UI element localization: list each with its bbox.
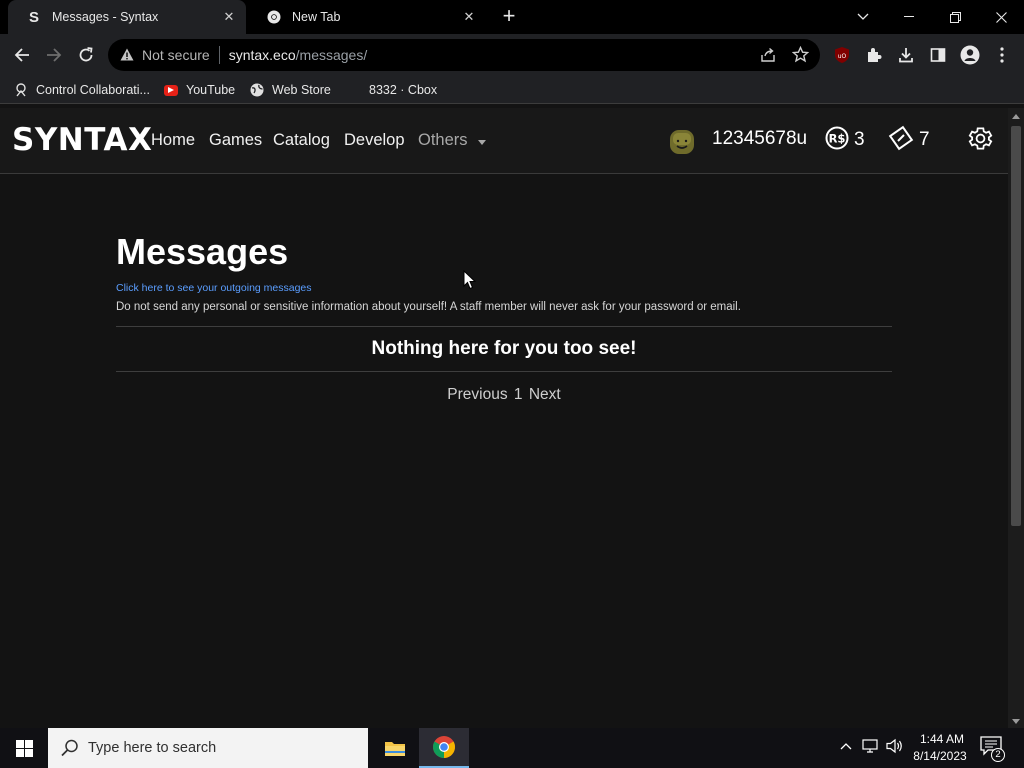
close-window-button[interactable]	[978, 0, 1024, 34]
svg-text:R$: R$	[829, 132, 846, 146]
clock-time[interactable]: 1:44 AM	[912, 732, 972, 746]
bookmark-cbox[interactable]: 8332 · Cbox	[369, 82, 437, 98]
back-button[interactable]	[10, 43, 34, 67]
bookmark-star-icon[interactable]	[791, 45, 810, 66]
chrome-taskbar-icon[interactable]	[419, 728, 469, 768]
caret-down-icon	[478, 131, 487, 150]
page-scrollbar[interactable]	[1008, 108, 1024, 728]
new-tab-button[interactable]: +	[498, 5, 520, 28]
extensions-puzzle-icon[interactable]	[862, 43, 886, 67]
windows-start-icon[interactable]	[0, 728, 48, 768]
web-page: SYNTAX Home Games Catalog Develop Others…	[0, 108, 1008, 728]
security-status-label[interactable]: Not secure	[142, 47, 210, 63]
bookmarks-bar: Control Collaborati... YouTube Web Store…	[0, 76, 1024, 104]
tab-title: New Tab	[292, 10, 341, 24]
nav-others-label: Others	[418, 131, 468, 149]
page-title: Messages	[116, 231, 289, 272]
side-panel-icon[interactable]	[926, 43, 950, 67]
scroll-down-arrow-icon[interactable]	[1012, 719, 1020, 724]
browser-toolbar: Not secure syntax.eco/messages/ uO	[0, 34, 1024, 76]
browser-tab-strip: S Messages - Syntax ✕ New Tab ✕ +	[0, 0, 1024, 34]
taskbar-search-box[interactable]: Type here to search	[48, 728, 368, 768]
tix-ticket-icon[interactable]	[888, 125, 914, 151]
chrome-icon	[266, 9, 282, 25]
robux-icon[interactable]: R$	[825, 126, 849, 150]
divider	[116, 371, 892, 372]
search-icon	[60, 738, 80, 758]
scroll-up-arrow-icon[interactable]	[1012, 114, 1020, 119]
url-host: syntax.eco	[228, 47, 296, 63]
ublock-extension-icon[interactable]: uO	[830, 43, 854, 67]
collab-icon	[14, 83, 28, 97]
address-separator	[218, 46, 220, 64]
current-page-number: 1	[513, 386, 523, 403]
username-label[interactable]: 12345678u	[712, 128, 807, 150]
address-bar[interactable]: Not secure syntax.eco/messages/	[108, 39, 820, 71]
reload-button[interactable]	[74, 43, 98, 67]
next-page-button[interactable]: Next	[529, 386, 561, 403]
nav-develop-link[interactable]: Develop	[344, 131, 405, 150]
pagination: Previous 1 Next	[116, 386, 892, 404]
nav-catalog-link[interactable]: Catalog	[273, 131, 330, 150]
warning-triangle-icon[interactable]	[120, 48, 134, 62]
robux-count: 3	[854, 129, 865, 150]
notification-count-badge: 2	[991, 748, 1005, 762]
network-icon[interactable]	[862, 738, 880, 757]
youtube-icon	[164, 84, 178, 96]
tab-title: Messages - Syntax	[52, 10, 159, 24]
tab-search-chevron-icon[interactable]	[840, 0, 886, 34]
tray-overflow-chevron-icon[interactable]	[840, 738, 852, 753]
bookmark-label: Control Collaborati...	[36, 83, 150, 97]
profile-avatar-icon[interactable]	[958, 43, 982, 67]
download-icon[interactable]	[894, 43, 918, 67]
bookmark-label: 8332 · Cbox	[369, 83, 438, 97]
mouse-cursor-icon	[463, 269, 477, 290]
close-tab-icon[interactable]: ✕	[220, 8, 238, 26]
tab-new-tab[interactable]: New Tab ✕	[248, 0, 486, 34]
bookmark-label: Web Store	[272, 83, 331, 97]
forward-button[interactable]	[42, 43, 66, 67]
kebab-menu-icon[interactable]	[990, 43, 1014, 67]
site-navbar: SYNTAX Home Games Catalog Develop Others…	[0, 108, 1008, 174]
close-tab-icon[interactable]: ✕	[460, 8, 478, 26]
windows-taskbar: Type here to search 1:44 AM 8/14/2023 2	[0, 728, 1024, 768]
syntax-favicon-icon: S	[28, 8, 39, 26]
share-icon[interactable]	[760, 47, 776, 66]
gear-icon[interactable]	[967, 125, 994, 152]
tix-count: 7	[919, 129, 930, 150]
webstore-icon	[250, 83, 264, 97]
clock-date[interactable]: 8/14/2023	[908, 749, 972, 763]
divider	[116, 326, 892, 327]
search-placeholder: Type here to search	[88, 740, 217, 756]
bookmark-web-store[interactable]: Web Store	[250, 82, 331, 98]
tab-messages-syntax[interactable]: S Messages - Syntax ✕	[8, 0, 246, 34]
scrollbar-thumb[interactable]	[1011, 126, 1021, 526]
privacy-warning-text: Do not send any personal or sensitive in…	[116, 301, 741, 313]
site-logo[interactable]: SYNTAX	[12, 122, 152, 158]
previous-page-button[interactable]: Previous	[447, 386, 507, 403]
nav-home-link[interactable]: Home	[151, 131, 195, 150]
bookmark-control-collaboration[interactable]: Control Collaborati...	[14, 82, 150, 98]
restore-button[interactable]	[932, 0, 978, 34]
bookmark-label: YouTube	[186, 83, 236, 97]
nav-games-link[interactable]: Games	[209, 131, 262, 150]
bookmark-youtube[interactable]: YouTube	[164, 82, 235, 98]
file-explorer-icon[interactable]	[374, 728, 416, 768]
minimize-button[interactable]	[886, 0, 932, 34]
user-avatar[interactable]	[668, 126, 696, 158]
svg-text:uO: uO	[838, 53, 847, 60]
nav-others-dropdown[interactable]: Others	[418, 131, 487, 150]
volume-icon[interactable]	[886, 738, 904, 757]
url-path: /messages/	[295, 47, 368, 63]
outgoing-messages-link[interactable]: Click here to see your outgoing messages	[116, 282, 312, 294]
empty-inbox-message: Nothing here for you too see!	[371, 338, 637, 359]
